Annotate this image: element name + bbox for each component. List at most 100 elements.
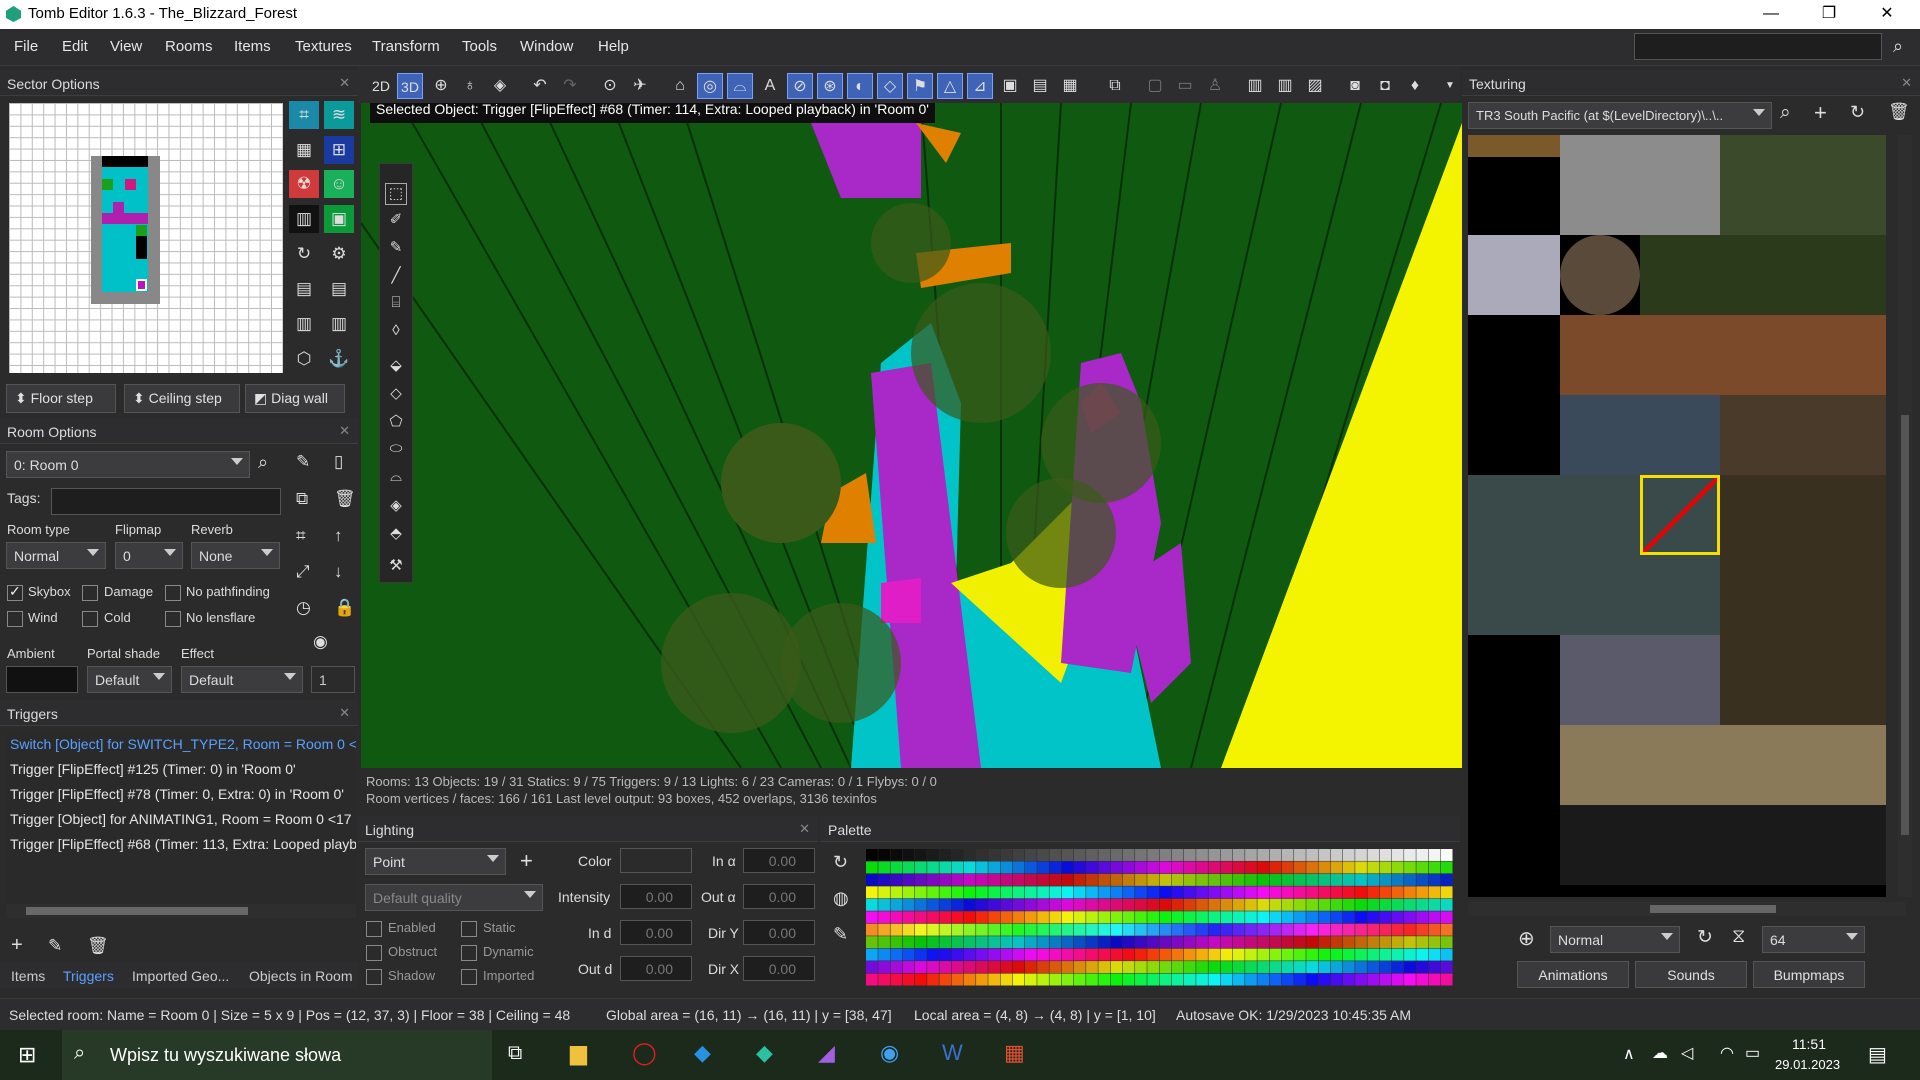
palette-swatch[interactable] [1306,923,1318,936]
palette-swatch[interactable] [1159,961,1172,974]
palette-swatch[interactable] [1440,923,1453,936]
palette-swatch[interactable] [1281,886,1294,899]
palette-swatch[interactable] [1379,849,1392,861]
palette-swatch[interactable] [1183,948,1196,961]
file-explorer-icon[interactable]: ▆ [570,1040,587,1066]
palette-swatch[interactable] [1098,861,1111,874]
palette-swatch[interactable] [1208,936,1221,949]
palette-swatch[interactable] [1440,849,1453,861]
palette-swatch[interactable] [1159,886,1172,899]
palette-swatch[interactable] [1391,973,1404,986]
palette-swatch[interactable] [1098,973,1111,986]
palette-swatch[interactable] [927,898,939,911]
palette-swatch[interactable] [976,861,988,874]
palette-swatch[interactable] [1257,873,1270,886]
close-icon[interactable]: ✕ [339,423,350,439]
texture-set-select[interactable]: TR3 South Pacific (at $(LevelDirectory)\… [1468,102,1772,129]
list-item[interactable]: Switch [Object] for SWITCH_TYPE2, Room =… [10,736,356,752]
palette-swatch[interactable] [988,873,1001,886]
palette-swatch[interactable] [890,948,903,961]
palette-swatch[interactable] [1073,898,1086,911]
palette-swatch[interactable] [1196,886,1208,899]
dir-x-input[interactable]: 0.00 [743,956,815,981]
palette-swatch[interactable] [1135,861,1147,874]
palette-swatch[interactable] [902,849,915,861]
blend-mode-select[interactable]: Normal [1550,926,1680,953]
palette-swatch[interactable] [1061,898,1074,911]
palette-swatch[interactable] [988,923,1001,936]
delete-room-icon[interactable]: 🗑 [334,489,356,509]
floor-step-button[interactable]: ⬍ Floor step [6,384,116,413]
palette-swatch[interactable] [902,961,915,974]
palette-swatch[interactable] [1391,936,1404,949]
delete-trigger-icon[interactable]: 🗑 [87,936,109,956]
palette-swatch[interactable] [866,923,878,936]
palette-swatch[interactable] [1269,911,1282,924]
battery-icon[interactable]: ▭ [1745,1043,1760,1063]
palette-swatch[interactable] [1367,898,1380,911]
palette-swatch[interactable] [1037,973,1049,986]
palette-swatch[interactable] [976,873,988,886]
palette-swatch[interactable] [914,948,927,961]
palette-swatch[interactable] [1012,898,1025,911]
damage-checkbox[interactable] [82,585,98,601]
paste-icon[interactable]: ▢ [1142,73,1168,99]
texture-v-scrollbar[interactable] [1898,135,1912,897]
palette-swatch[interactable] [1147,936,1159,949]
palette-swatch[interactable] [1037,886,1049,899]
palette-swatch[interactable] [1416,973,1429,986]
edit-trigger-icon[interactable]: ✎ [48,936,62,956]
palette-swatch[interactable] [1428,961,1441,974]
palette-swatch[interactable] [902,886,915,899]
minimize-button[interactable]: — [1742,0,1800,29]
palette-swatch[interactable] [1330,873,1343,886]
palette-swatch[interactable] [1318,886,1331,899]
palette-swatch[interactable] [1330,923,1343,936]
portal-shade-select[interactable]: Default [87,666,172,693]
palette-swatch[interactable] [890,849,903,861]
palette-swatch[interactable] [1330,961,1343,974]
close-icon[interactable]: ✕ [799,821,810,837]
palette-swatch[interactable] [1012,849,1025,861]
palette-swatch[interactable] [866,973,878,986]
palette-swatch[interactable] [878,911,890,924]
palette-swatch[interactable] [1355,861,1367,874]
palette-swatch[interactable] [1037,911,1049,924]
wall-e-icon[interactable]: ▤ [324,275,354,303]
palette-swatch[interactable] [1269,898,1282,911]
out-alpha-input[interactable]: 0.00 [743,884,815,909]
copy-room-icon[interactable]: ⧉ [296,489,308,509]
palette-swatch[interactable] [1355,948,1367,961]
palette-swatch[interactable] [1391,886,1404,899]
palette-swatch[interactable] [1196,961,1208,974]
volume-icon[interactable]: ◁ [1681,1043,1693,1063]
palette-swatch[interactable] [976,923,988,936]
palette-swatch[interactable] [1257,861,1270,874]
palette-swatch[interactable] [1355,973,1367,986]
palette-swatch[interactable] [1391,873,1404,886]
palette-swatch[interactable] [1208,861,1221,874]
palette-swatch[interactable] [1122,923,1135,936]
select-tool-icon[interactable]: ⬚ [385,183,407,205]
palette-swatch[interactable] [1208,849,1221,861]
palette-swatch[interactable] [939,948,952,961]
palette-swatch[interactable] [1208,886,1221,899]
palette-swatch[interactable] [1404,948,1416,961]
palette-swatch[interactable] [1367,861,1380,874]
palette-swatch[interactable] [1147,898,1159,911]
palette-swatch[interactable] [1269,961,1282,974]
palette-swatch[interactable] [866,898,878,911]
palette-swatch[interactable] [1183,861,1196,874]
palette-swatch[interactable] [878,873,890,886]
palette-swatch[interactable] [1073,873,1086,886]
palette-swatch[interactable] [1049,911,1062,924]
palette-swatch[interactable] [1086,948,1098,961]
palette-swatch[interactable] [1000,911,1013,924]
palette-swatch[interactable] [914,911,927,924]
palette-swatch[interactable] [988,861,1001,874]
palette-swatch[interactable] [1379,873,1392,886]
cube-icon[interactable]: ▣ [997,73,1023,99]
palette-swatch[interactable] [1061,973,1074,986]
palette-swatch[interactable] [1306,898,1318,911]
palette-swatch[interactable] [878,898,890,911]
